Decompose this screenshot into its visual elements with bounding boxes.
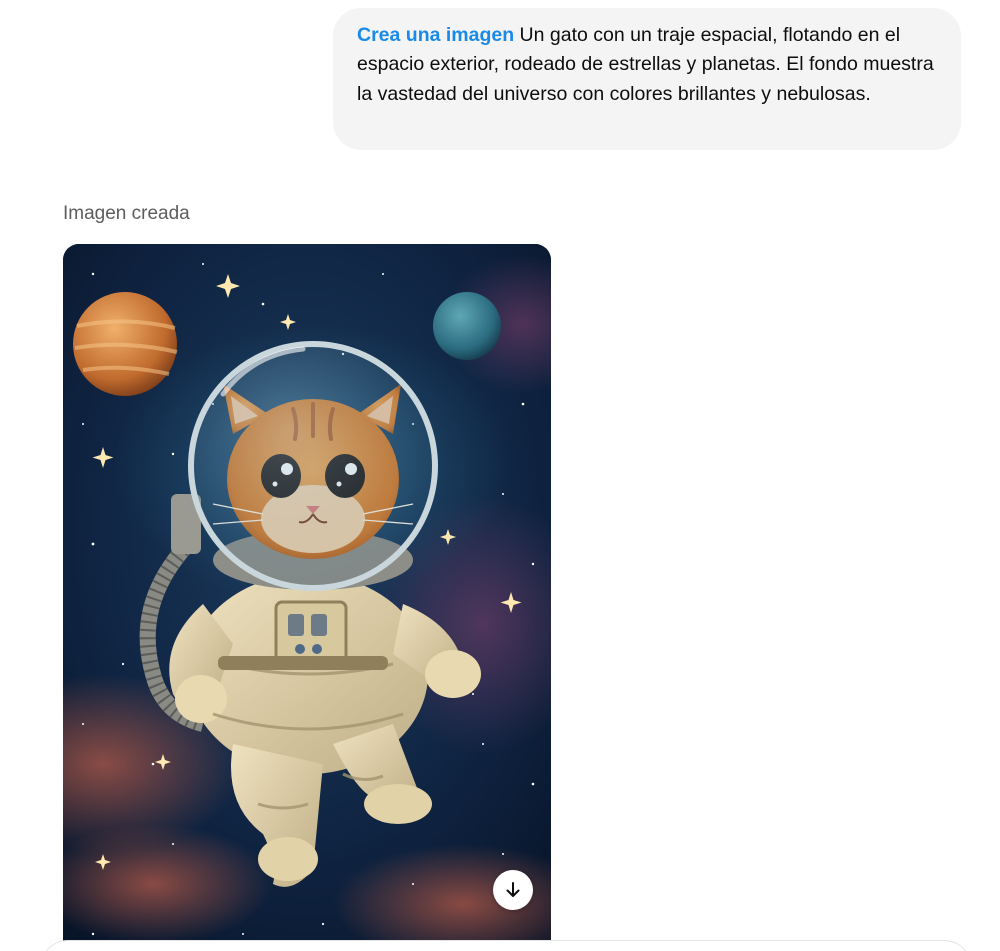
create-image-tag: Crea una imagen: [357, 24, 515, 46]
cat-astronaut-illustration: [63, 244, 551, 951]
chat-page: Crea una imagen Un gato con un traje esp…: [0, 0, 1000, 951]
composer-input-edge[interactable]: [40, 940, 972, 951]
image-created-label: Imagen creada: [63, 203, 190, 224]
download-button[interactable]: [493, 870, 533, 910]
arrow-down-icon: [506, 882, 520, 897]
generated-image[interactable]: [63, 244, 551, 951]
user-message-bubble: Crea una imagen Un gato con un traje esp…: [333, 8, 961, 150]
